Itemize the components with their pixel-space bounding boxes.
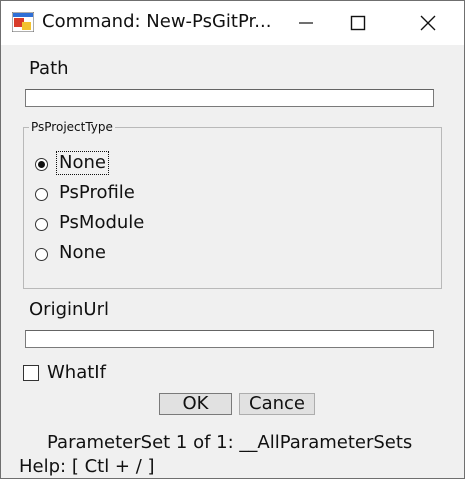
minimize-button[interactable] [283,1,329,45]
minimize-icon [299,22,313,24]
maximize-button[interactable] [335,1,381,45]
window-title: Command: New-PsGitPr... [42,11,272,32]
radio-label: PsProfile [59,182,135,203]
radio-label: None [59,242,106,263]
path-label: Path [29,58,69,79]
radio-button[interactable] [35,188,48,201]
radio-button[interactable] [35,218,48,231]
origin-url-label: OriginUrl [29,299,109,320]
ok-button[interactable]: OK [159,393,232,415]
parameter-set-status: ParameterSet 1 of 1: __AllParameterSets [47,432,413,453]
cancel-button[interactable]: Cance [239,393,315,415]
radio-label: PsModule [59,212,145,233]
radio-label: None [56,151,109,175]
origin-url-input[interactable] [25,330,434,348]
title-bar[interactable]: Command: New-PsGitPr... [1,1,464,45]
whatif-label: WhatIf [47,362,106,383]
radio-button[interactable] [35,248,48,261]
path-input[interactable] [25,89,434,107]
group-label: PsProjectType [29,120,115,134]
app-icon [12,12,34,32]
close-icon [420,15,436,31]
close-button[interactable] [405,1,451,45]
radio-button[interactable] [35,158,48,171]
help-hint: Help: [ Ctl + / ] [19,456,155,477]
dialog-window: Command: New-PsGitPr... Path PsProjectTy… [0,0,465,479]
whatif-checkbox[interactable] [23,365,39,381]
maximize-icon [350,15,366,31]
